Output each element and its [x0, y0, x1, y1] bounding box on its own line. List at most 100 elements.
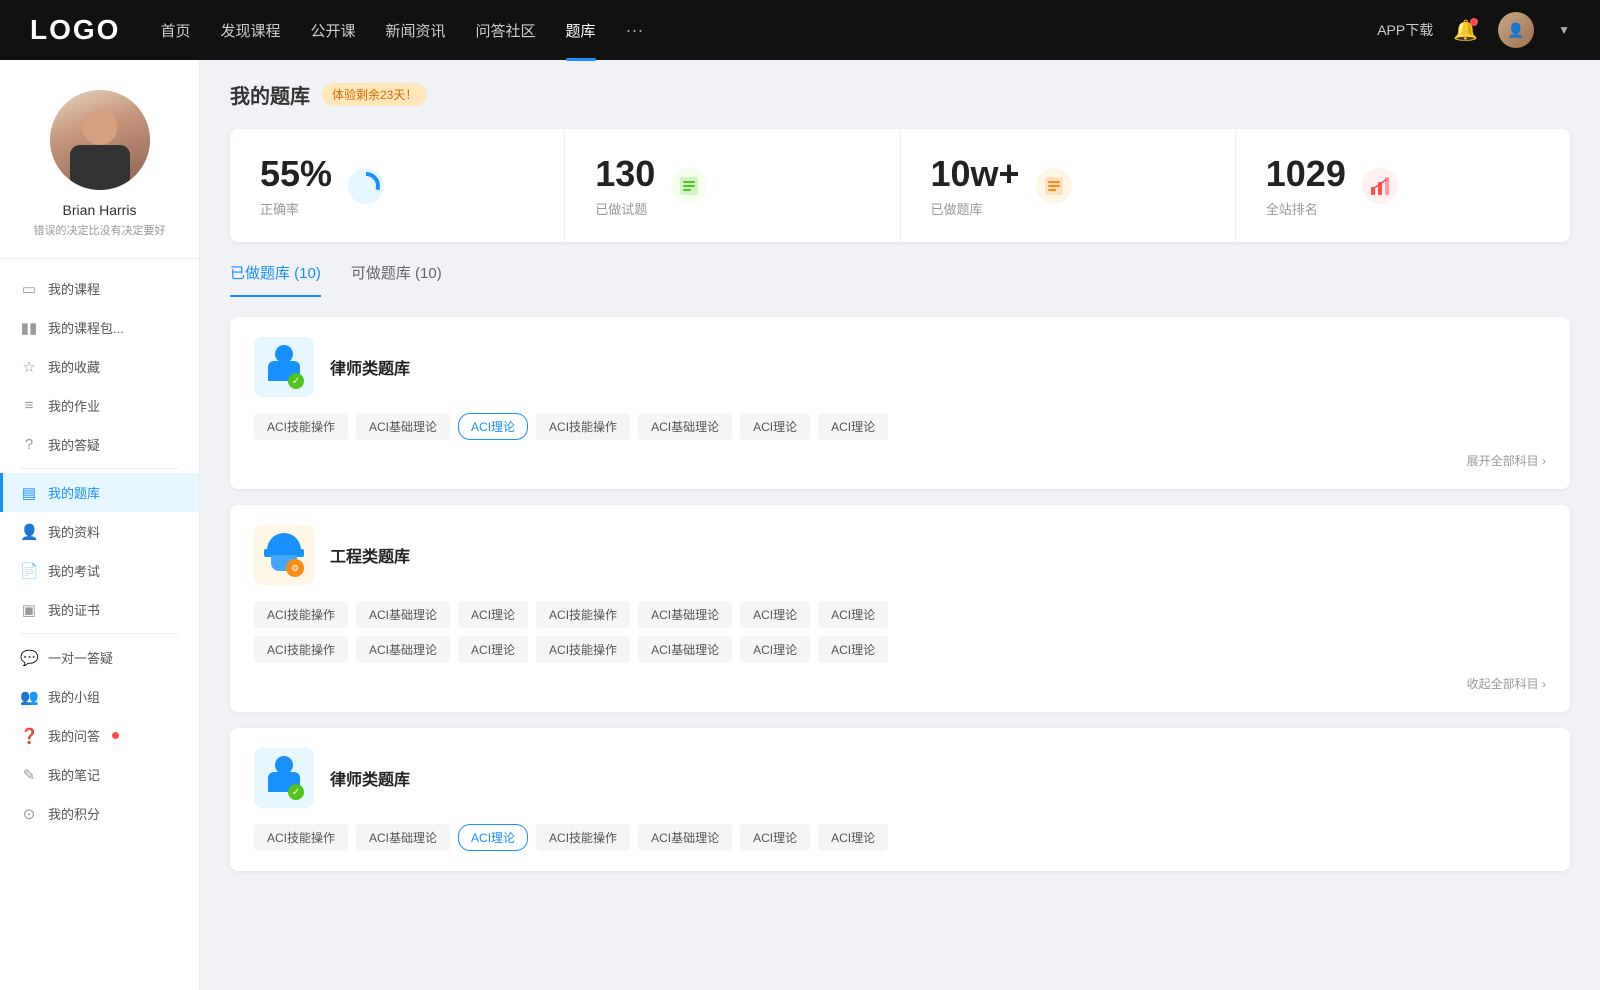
nav-open[interactable]: 公开课 [310, 20, 355, 41]
tag-eng2-theory1[interactable]: ACI理论 [458, 636, 528, 663]
menu-my-courses[interactable]: ▭ 我的课程 [0, 269, 199, 308]
notification-bell[interactable]: 🔔 [1453, 18, 1478, 43]
tag-l2-theory-active[interactable]: ACI理论 [458, 824, 528, 851]
lawyer-person-icon: ✓ [264, 345, 304, 389]
nav-right: APP下载 🔔 👤 ▼ [1377, 12, 1570, 48]
stat-done-questions: 130 已做试题 [565, 129, 900, 242]
tag-eng-theory2[interactable]: ACI理论 [740, 601, 810, 628]
stat-value-group: 10w+ 已做题库 [931, 153, 1020, 218]
menu-favorites[interactable]: ☆ 我的收藏 [0, 347, 199, 386]
menu-label: 我的题库 [48, 483, 100, 502]
qbank-tags-lawyer1: ACI技能操作 ACI基础理论 ACI理论 ACI技能操作 ACI基础理论 AC… [254, 413, 1546, 440]
profile-avatar [50, 90, 150, 190]
tag-aci-theory3[interactable]: ACI理论 [818, 413, 888, 440]
menu-questions[interactable]: ? 我的答疑 [0, 425, 199, 464]
menu-label: 我的问答 [48, 726, 100, 745]
done-questions-label: 已做试题 [595, 199, 655, 218]
tag-aci-basic[interactable]: ACI基础理论 [356, 413, 450, 440]
menu-qbank[interactable]: ▤ 我的题库 [0, 473, 199, 512]
accuracy-chart-icon [351, 171, 381, 201]
tag-eng2-basic2[interactable]: ACI基础理论 [638, 636, 732, 663]
qbank-footer-lawyer1: 展开全部科目 › [254, 452, 1546, 469]
lawyer-icon-wrapper: ✓ [254, 337, 314, 397]
stat-value-group: 130 已做试题 [595, 153, 655, 218]
cert-icon: ▣ [20, 601, 38, 619]
menu-exam[interactable]: 📄 我的考试 [0, 551, 199, 590]
page-title: 我的题库 [230, 80, 310, 109]
accuracy-value: 55% [260, 153, 332, 195]
profile-icon: 👤 [20, 523, 38, 541]
menu-tutoring[interactable]: 💬 一对一答疑 [0, 638, 199, 677]
qbank-icon: ▤ [20, 484, 38, 502]
tab-done[interactable]: 已做题库 (10) [230, 262, 321, 295]
tag-eng-basic2[interactable]: ACI基础理论 [638, 601, 732, 628]
user-avatar[interactable]: 👤 [1498, 12, 1534, 48]
tag-eng-skill1[interactable]: ACI技能操作 [254, 601, 348, 628]
notification-dot [1470, 18, 1478, 26]
tag-eng-basic1[interactable]: ACI基础理论 [356, 601, 450, 628]
exam-icon: 📄 [20, 562, 38, 580]
menu-profile[interactable]: 👤 我的资料 [0, 512, 199, 551]
profile-motto: 错误的决定比没有决定要好 [34, 222, 166, 238]
nav-news[interactable]: 新闻资讯 [386, 20, 446, 41]
nav-courses[interactable]: 发现课程 [220, 20, 280, 41]
qbank-card-header: ⚙ 工程类题库 [254, 525, 1546, 585]
menu-notes[interactable]: ✎ 我的笔记 [0, 755, 199, 794]
tag-aci-theory2[interactable]: ACI理论 [740, 413, 810, 440]
nav-links: 首页 发现课程 公开课 新闻资讯 问答社区 题库 ··· [160, 20, 1377, 41]
tag-l2-basic2[interactable]: ACI基础理论 [638, 824, 732, 851]
qbank-tags-lawyer2: ACI技能操作 ACI基础理论 ACI理论 ACI技能操作 ACI基础理论 AC… [254, 824, 1546, 851]
tag-aci-skill2[interactable]: ACI技能操作 [536, 413, 630, 440]
nav-qa[interactable]: 问答社区 [476, 20, 536, 41]
app-download[interactable]: APP下载 [1377, 20, 1433, 40]
trial-badge: 体验剩余23天！ [322, 83, 427, 106]
stats-bar: 55% 正确率 130 已做试题 [230, 129, 1570, 242]
menu-label: 我的答疑 [48, 435, 100, 454]
course-icon: ▭ [20, 280, 38, 298]
tag-eng2-theory3[interactable]: ACI理论 [818, 636, 888, 663]
tag-l2-theory3[interactable]: ACI理论 [818, 824, 888, 851]
rank-label: 全站排名 [1266, 199, 1346, 218]
collapse-all-button-engineer1[interactable]: 收起全部科目 › [1467, 675, 1546, 692]
menu-homework[interactable]: ≡ 我的作业 [0, 386, 199, 425]
questions-list-icon [678, 175, 700, 197]
user-menu-chevron[interactable]: ▼ [1558, 23, 1570, 37]
tag-eng-skill2[interactable]: ACI技能操作 [536, 601, 630, 628]
menu-my-qa[interactable]: ❓ 我的问答 [0, 716, 199, 755]
tag-eng2-basic1[interactable]: ACI基础理论 [356, 636, 450, 663]
tag-eng-theory1[interactable]: ACI理论 [458, 601, 528, 628]
main-content: 我的题库 体验剩余23天！ 55% 正确率 130 [200, 60, 1600, 990]
tag-eng2-skill2[interactable]: ACI技能操作 [536, 636, 630, 663]
tag-l2-basic1[interactable]: ACI基础理论 [356, 824, 450, 851]
accuracy-icon [348, 168, 384, 204]
rank-icon [1362, 168, 1398, 204]
tag-eng2-theory2[interactable]: ACI理论 [740, 636, 810, 663]
question-icon: ? [20, 436, 38, 453]
nav-more[interactable]: ··· [626, 20, 644, 41]
tag-l2-skill1[interactable]: ACI技能操作 [254, 824, 348, 851]
qbank-footer-engineer1: 收起全部科目 › [254, 675, 1546, 692]
menu-label: 我的收藏 [48, 357, 100, 376]
menu-points[interactable]: ⊙ 我的积分 [0, 794, 199, 833]
menu-label: 一对一答疑 [48, 648, 113, 667]
nav-qbank[interactable]: 题库 [566, 20, 596, 41]
menu-label: 我的课程 [48, 279, 100, 298]
tag-l2-skill2[interactable]: ACI技能操作 [536, 824, 630, 851]
tag-aci-theory-active[interactable]: ACI理论 [458, 413, 528, 440]
logo[interactable]: LOGO [30, 14, 120, 46]
tag-aci-skill[interactable]: ACI技能操作 [254, 413, 348, 440]
menu-certificate[interactable]: ▣ 我的证书 [0, 590, 199, 629]
stat-accuracy: 55% 正确率 [230, 129, 565, 242]
qbank-tags-engineer1-row1: ACI技能操作 ACI基础理论 ACI理论 ACI技能操作 ACI基础理论 AC… [254, 601, 1546, 628]
menu-group[interactable]: 👥 我的小组 [0, 677, 199, 716]
tag-aci-basic2[interactable]: ACI基础理论 [638, 413, 732, 440]
tag-eng2-skill1[interactable]: ACI技能操作 [254, 636, 348, 663]
stat-rank: 1029 全站排名 [1236, 129, 1570, 242]
divider1 [20, 468, 179, 469]
tab-available[interactable]: 可做题库 (10) [351, 262, 442, 295]
tag-eng-theory3[interactable]: ACI理论 [818, 601, 888, 628]
nav-home[interactable]: 首页 [160, 20, 190, 41]
expand-all-button-lawyer1[interactable]: 展开全部科目 › [1467, 452, 1546, 469]
menu-course-packages[interactable]: ▮▮ 我的课程包... [0, 308, 199, 347]
tag-l2-theory2[interactable]: ACI理论 [740, 824, 810, 851]
